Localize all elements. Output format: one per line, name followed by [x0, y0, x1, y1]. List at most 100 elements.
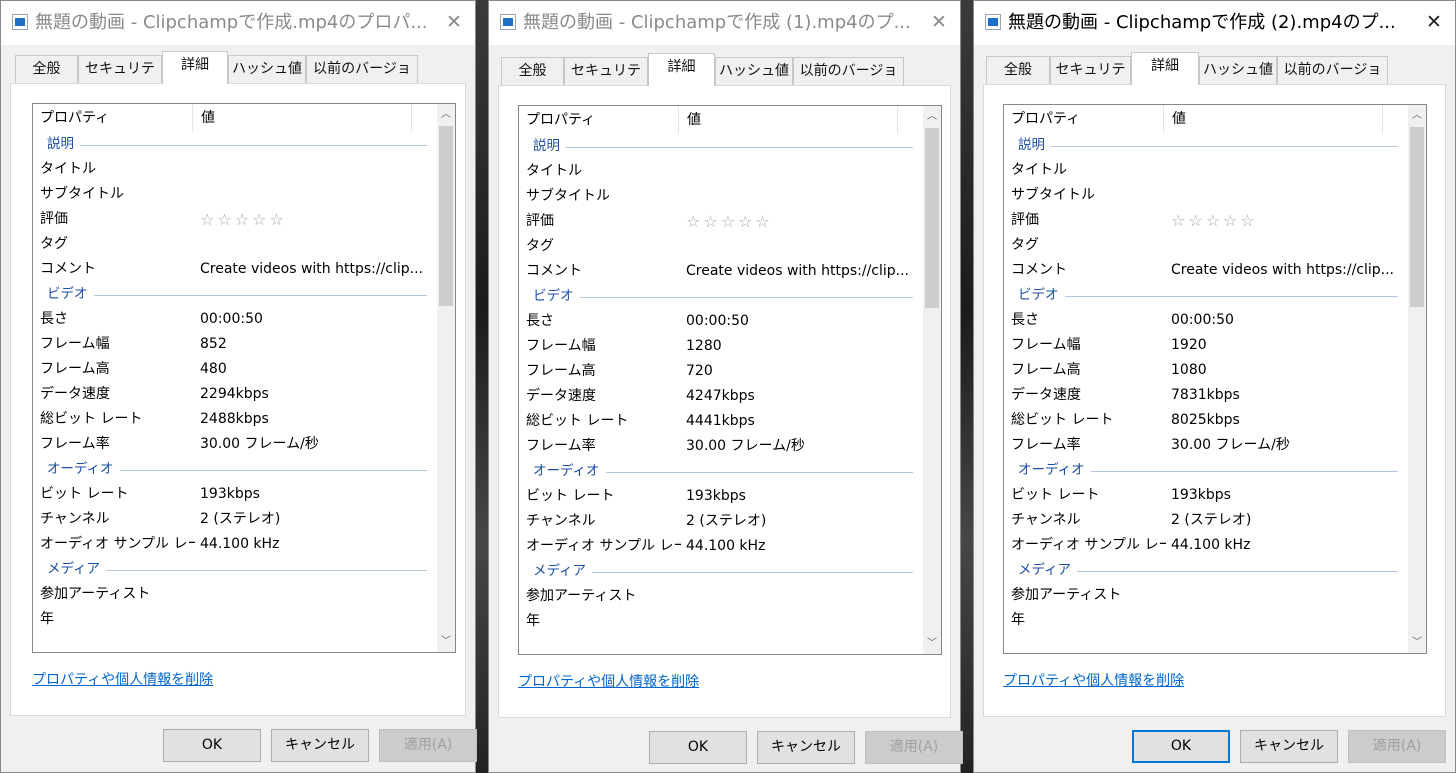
cancel-button[interactable]: キャンセル [757, 731, 855, 764]
tab-general[interactable]: 全般 [986, 56, 1050, 84]
row-subtitle[interactable]: サブタイトル [1004, 183, 1408, 208]
property-list[interactable]: プロパティ 値 説明 タイトル サブタイトル 評価 ☆☆☆☆☆ タグ コメント Cr… [32, 103, 456, 653]
row-frame-rate[interactable]: フレーム率 30.00 フレーム/秒 [33, 432, 437, 457]
tab-security[interactable]: セキュリティ [1050, 56, 1131, 104]
row-frame-rate[interactable]: フレーム率 30.00 フレーム/秒 [519, 434, 923, 459]
tab-hash[interactable]: ハッシュ値 [228, 55, 306, 83]
row-channels[interactable]: チャンネル 2 (ステレオ) [1004, 508, 1408, 533]
ok-button[interactable]: OK [1132, 730, 1230, 763]
scroll-thumb[interactable] [439, 126, 453, 306]
scroll-down-arrow-icon[interactable]: ﹀ [923, 635, 941, 652]
row-data-rate[interactable]: データ速度 2294kbps [33, 382, 437, 407]
row-tags[interactable]: タグ [1004, 233, 1408, 258]
vertical-scrollbar[interactable]: ︿ ﹀ [437, 104, 455, 652]
column-header-property[interactable]: プロパティ [519, 106, 679, 134]
tab-previous-versions[interactable]: 以前のバージョン [793, 57, 904, 105]
scroll-down-arrow-icon[interactable]: ﹀ [437, 633, 455, 650]
row-title[interactable]: タイトル [33, 157, 437, 182]
title-bar[interactable]: 無題の動画 - Clipchampで作成 (1).mp4のプ... ✕ [489, 1, 960, 45]
row-comment[interactable]: コメント Create videos with https://clip... [519, 259, 923, 284]
row-contributing-artists[interactable]: 参加アーティスト [1004, 583, 1408, 608]
column-header-value[interactable]: 値 [1165, 105, 1383, 133]
row-comment[interactable]: コメント Create videos with https://clip... [1004, 258, 1408, 283]
scroll-down-arrow-icon[interactable]: ﹀ [1408, 634, 1426, 651]
row-subtitle[interactable]: サブタイトル [519, 184, 923, 209]
row-total-bitrate[interactable]: 総ビット レート 2488kbps [33, 407, 437, 432]
remove-properties-link[interactable]: プロパティや個人情報を削除 [518, 671, 699, 691]
row-length[interactable]: 長さ 00:00:50 [33, 307, 437, 332]
row-data-rate[interactable]: データ速度 7831kbps [1004, 383, 1408, 408]
cancel-button[interactable]: キャンセル [271, 729, 369, 762]
rating-stars[interactable]: ☆☆☆☆☆ [200, 207, 424, 232]
row-length[interactable]: 長さ 00:00:50 [1004, 308, 1408, 333]
row-rating[interactable]: 評価 ☆☆☆☆☆ [519, 209, 923, 234]
scroll-thumb[interactable] [1410, 127, 1424, 307]
row-total-bitrate[interactable]: 総ビット レート 8025kbps [1004, 408, 1408, 433]
row-frame-height[interactable]: フレーム高 1080 [1004, 358, 1408, 383]
row-frame-width[interactable]: フレーム幅 1920 [1004, 333, 1408, 358]
remove-properties-link[interactable]: プロパティや個人情報を削除 [1003, 670, 1184, 690]
row-tags[interactable]: タグ [33, 232, 437, 257]
tab-details[interactable]: 詳細 [648, 53, 715, 86]
tab-general[interactable]: 全般 [15, 55, 78, 83]
apply-button[interactable]: 適用(A) [865, 731, 963, 764]
title-bar[interactable]: 無題の動画 - Clipchampで作成 (2).mp4のプ... ✕ [974, 1, 1455, 45]
row-frame-height[interactable]: フレーム高 720 [519, 359, 923, 384]
apply-button[interactable]: 適用(A) [1348, 730, 1446, 763]
column-header-property[interactable]: プロパティ [1004, 105, 1164, 133]
property-list[interactable]: プロパティ 値 説明 タイトル サブタイトル 評価 ☆☆☆☆☆ タグ コメント Cr… [518, 105, 942, 655]
row-rating[interactable]: 評価 ☆☆☆☆☆ [1004, 208, 1408, 233]
cancel-button[interactable]: キャンセル [1240, 730, 1338, 763]
row-frame-rate[interactable]: フレーム率 30.00 フレーム/秒 [1004, 433, 1408, 458]
row-rating[interactable]: 評価 ☆☆☆☆☆ [33, 207, 437, 232]
row-tags[interactable]: タグ [519, 234, 923, 259]
row-sample-rate[interactable]: オーディオ サンプル レート44.100 kHz [519, 534, 923, 559]
tab-general[interactable]: 全般 [501, 57, 564, 85]
tab-details[interactable]: 詳細 [162, 51, 228, 84]
tab-hash[interactable]: ハッシュ値 [1199, 56, 1277, 84]
scroll-up-arrow-icon[interactable]: ︿ [1408, 107, 1426, 124]
row-subtitle[interactable]: サブタイトル [33, 182, 437, 207]
tab-security[interactable]: セキュリティ [78, 55, 162, 103]
scroll-thumb[interactable] [925, 128, 939, 308]
tab-security[interactable]: セキュリティ [564, 57, 648, 105]
row-title[interactable]: タイトル [519, 159, 923, 184]
column-header-value[interactable]: 値 [194, 104, 412, 132]
ok-button[interactable]: OK [163, 729, 261, 762]
row-channels[interactable]: チャンネル 2 (ステレオ) [33, 507, 437, 532]
tab-previous-versions[interactable]: 以前のバージョン [1277, 56, 1388, 104]
row-comment[interactable]: コメント Create videos with https://clip... [33, 257, 437, 282]
row-frame-height[interactable]: フレーム高 480 [33, 357, 437, 382]
close-button[interactable]: ✕ [926, 9, 952, 35]
row-title[interactable]: タイトル [1004, 158, 1408, 183]
column-header-value[interactable]: 値 [680, 106, 898, 134]
row-frame-width[interactable]: フレーム幅 852 [33, 332, 437, 357]
row-year[interactable]: 年 [519, 609, 923, 634]
close-button[interactable]: ✕ [441, 9, 467, 35]
rating-stars[interactable]: ☆☆☆☆☆ [1171, 208, 1395, 233]
ok-button[interactable]: OK [649, 731, 747, 764]
remove-properties-link[interactable]: プロパティや個人情報を削除 [32, 669, 213, 689]
vertical-scrollbar[interactable]: ︿ ﹀ [1408, 105, 1426, 653]
scroll-up-arrow-icon[interactable]: ︿ [923, 108, 941, 125]
row-channels[interactable]: チャンネル 2 (ステレオ) [519, 509, 923, 534]
row-sample-rate[interactable]: オーディオ サンプル レート44.100 kHz [33, 532, 437, 557]
tab-hash[interactable]: ハッシュ値 [715, 57, 793, 85]
row-total-bitrate[interactable]: 総ビット レート 4441kbps [519, 409, 923, 434]
title-bar[interactable]: 無題の動画 - Clipchampで作成.mp4のプロパ... ✕ [1, 1, 475, 45]
row-year[interactable]: 年 [33, 607, 437, 632]
row-frame-width[interactable]: フレーム幅 1280 [519, 334, 923, 359]
row-length[interactable]: 長さ 00:00:50 [519, 309, 923, 334]
row-sample-rate[interactable]: オーディオ サンプル レート44.100 kHz [1004, 533, 1408, 558]
vertical-scrollbar[interactable]: ︿ ﹀ [923, 106, 941, 654]
row-contributing-artists[interactable]: 参加アーティスト [33, 582, 437, 607]
row-data-rate[interactable]: データ速度 4247kbps [519, 384, 923, 409]
scroll-up-arrow-icon[interactable]: ︿ [437, 106, 455, 123]
tab-previous-versions[interactable]: 以前のバージョン [306, 55, 418, 103]
tab-details[interactable]: 詳細 [1131, 52, 1199, 85]
column-header-property[interactable]: プロパティ [33, 104, 193, 132]
property-list[interactable]: プロパティ 値 説明 タイトル サブタイトル 評価 ☆☆☆☆☆ タグ コメント Cr… [1003, 104, 1427, 654]
row-audio-bitrate[interactable]: ビット レート 193kbps [1004, 483, 1408, 508]
row-audio-bitrate[interactable]: ビット レート 193kbps [33, 482, 437, 507]
close-button[interactable]: ✕ [1421, 9, 1447, 35]
